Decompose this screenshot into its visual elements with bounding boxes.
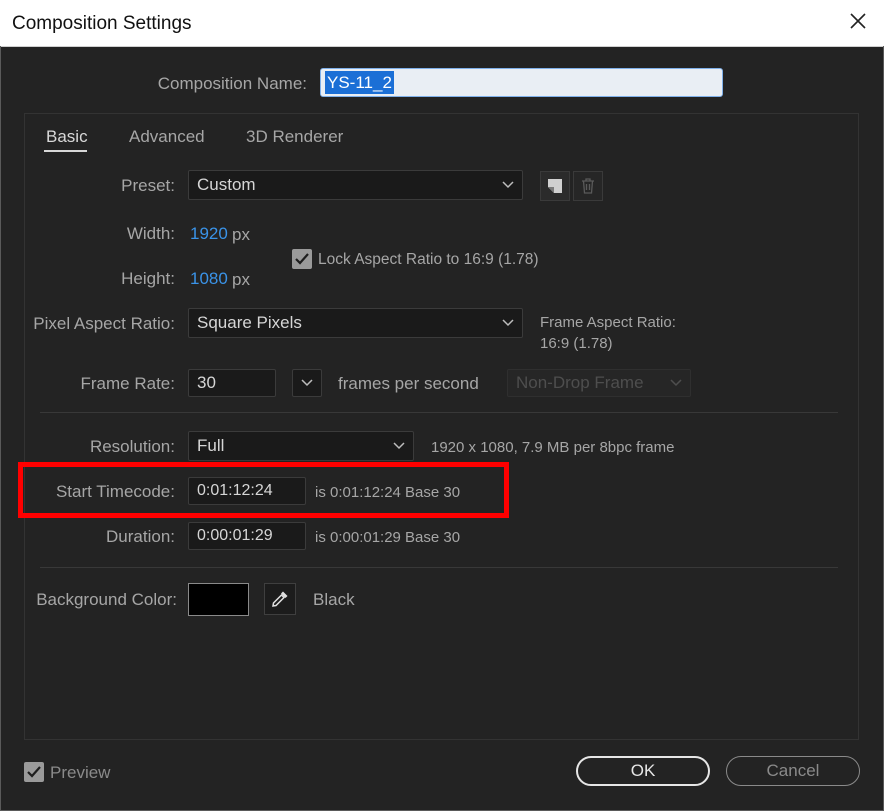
frame-rate-unit: frames per second [338, 374, 479, 393]
checkmark-icon [295, 253, 309, 265]
duration-value: 0:00:01:29 [197, 527, 273, 544]
background-color-label: Background Color: [36, 590, 177, 609]
chevron-down-icon [502, 319, 514, 327]
start-timecode-info: is 0:01:12:24 [315, 484, 401, 501]
trash-icon [582, 178, 594, 194]
duration-base: Base 30 [405, 529, 461, 546]
close-icon[interactable] [846, 9, 870, 33]
save-preset-button[interactable] [540, 171, 570, 201]
section-divider [40, 567, 838, 568]
preview-label[interactable]: Preview [50, 763, 110, 783]
pixel-aspect-label: Pixel Aspect Ratio: [33, 314, 175, 333]
tab-basic[interactable]: Basic [46, 127, 88, 147]
frame-rate-label: Frame Rate: [80, 374, 175, 393]
resolution-info: 1920 x 1080, 7.9 MB per 8bpc frame [431, 439, 675, 456]
width-value[interactable]: 1920 [190, 224, 228, 244]
background-color-name: Black [313, 590, 355, 609]
start-timecode-value: 0:01:12:24 [197, 482, 273, 499]
eyedropper-icon [272, 591, 288, 607]
active-tab-indicator [44, 150, 87, 152]
preset-label: Preset: [121, 176, 175, 195]
chevron-down-icon [393, 442, 405, 450]
checkmark-icon [27, 766, 41, 778]
section-divider [40, 412, 838, 413]
start-timecode-input[interactable]: 0:01:12:24 [188, 477, 306, 505]
drop-frame-dropdown: Non-Drop Frame [507, 369, 691, 397]
height-value[interactable]: 1080 [190, 269, 228, 289]
height-label: Height: [121, 269, 175, 288]
width-label: Width: [126, 224, 175, 243]
resolution-value: Full [197, 436, 225, 455]
frame-rate-value: 30 [197, 373, 216, 392]
tab-advanced[interactable]: Advanced [129, 127, 205, 147]
width-unit: px [232, 225, 250, 244]
frame-rate-presets-dropdown[interactable] [292, 369, 322, 397]
tab-3d-renderer[interactable]: 3D Renderer [246, 127, 343, 147]
lock-aspect-checkbox[interactable] [292, 249, 312, 269]
start-timecode-label: Start Timecode: [55, 482, 175, 501]
eyedropper-button[interactable] [264, 583, 296, 615]
preset-value: Custom [197, 175, 256, 194]
composition-name-label: Composition Name: [157, 74, 307, 93]
duration-info: is 0:00:01:29 [315, 529, 401, 546]
resolution-dropdown[interactable]: Full [188, 431, 414, 461]
cancel-button[interactable]: Cancel [726, 756, 860, 786]
composition-name-input[interactable]: YS-11_2 [320, 68, 723, 97]
chevron-down-icon [301, 379, 313, 387]
lock-aspect-label[interactable]: Lock Aspect Ratio to 16:9 (1.78) [318, 251, 539, 269]
preset-dropdown[interactable]: Custom [188, 170, 523, 200]
background-color-swatch[interactable] [188, 583, 249, 616]
frame-aspect-label: Frame Aspect Ratio: [540, 314, 676, 331]
frame-rate-input[interactable]: 30 [188, 369, 276, 397]
save-preset-icon [548, 179, 562, 193]
chevron-down-icon [502, 181, 514, 189]
resolution-label: Resolution: [89, 437, 175, 456]
chevron-down-icon [670, 379, 682, 387]
settings-panel [24, 113, 859, 740]
duration-label: Duration: [106, 527, 175, 546]
height-unit: px [232, 270, 250, 289]
pixel-aspect-dropdown[interactable]: Square Pixels [188, 308, 523, 338]
drop-frame-value: Non-Drop Frame [516, 373, 644, 392]
frame-aspect-value: 16:9 (1.78) [540, 335, 613, 352]
window-title: Composition Settings [12, 13, 192, 34]
delete-preset-button[interactable] [573, 171, 603, 201]
duration-input[interactable]: 0:00:01:29 [188, 522, 306, 550]
preview-checkbox[interactable] [24, 762, 44, 782]
composition-name-value: YS-11_2 [325, 71, 394, 94]
pixel-aspect-value: Square Pixels [197, 313, 302, 332]
ok-button[interactable]: OK [576, 756, 710, 786]
start-timecode-base: Base 30 [405, 484, 461, 501]
